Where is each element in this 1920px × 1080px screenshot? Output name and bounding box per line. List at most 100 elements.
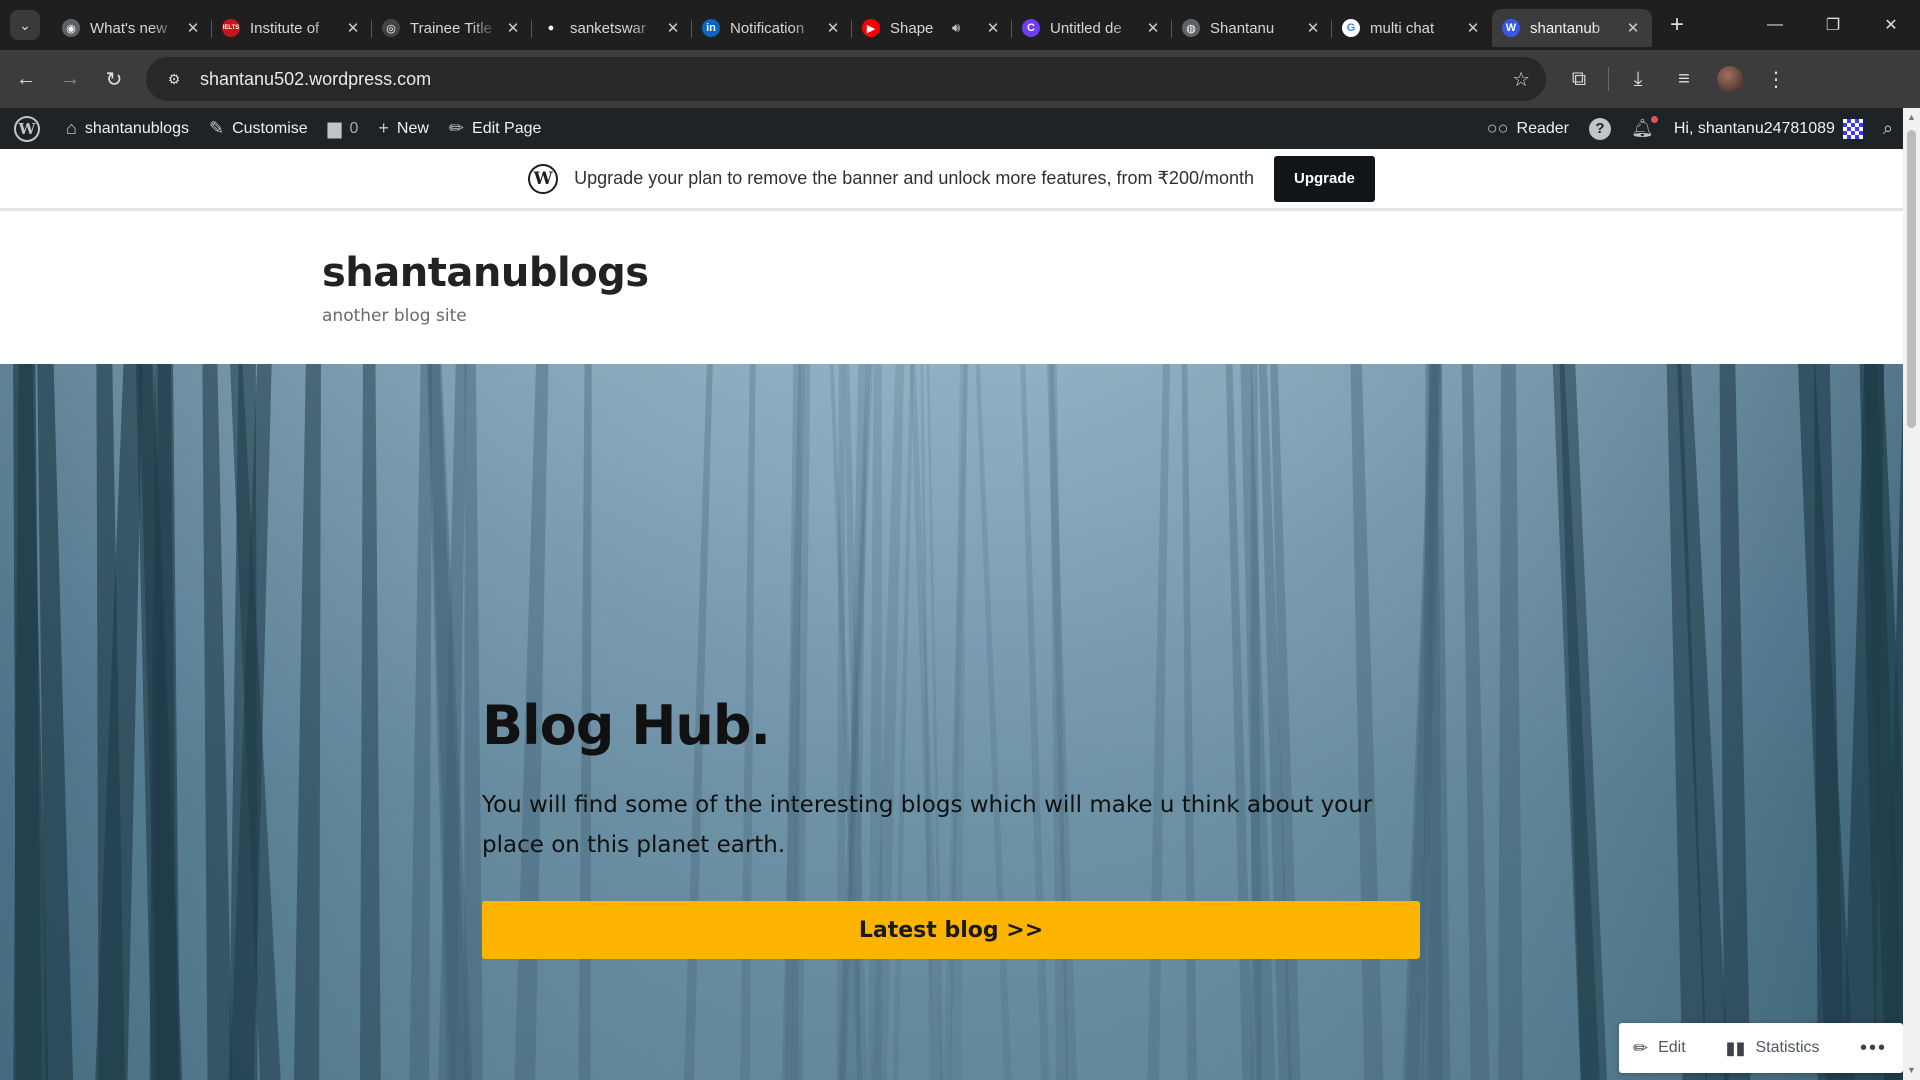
github-icon: ● (542, 19, 560, 37)
site-info-icon[interactable]: ⚙ (160, 65, 188, 93)
tab-close-icon[interactable]: ✕ (1624, 19, 1642, 37)
back-button[interactable]: ← (8, 61, 44, 97)
site-header: shantanublogs another blog site (0, 214, 1903, 364)
tab-title: multi chat (1370, 19, 1435, 37)
close-icon: ✕ (1884, 17, 1898, 34)
tab-close-icon[interactable]: ✕ (1304, 19, 1322, 37)
tab-title: sanketswar (570, 19, 646, 37)
downloads-button[interactable]: ⤓ (1618, 59, 1658, 99)
float-edit-button[interactable]: ✏ Edit (1633, 1038, 1686, 1059)
browser-tab[interactable]: in Notification ✕ (691, 9, 852, 47)
scroll-up-arrow-icon[interactable]: ▲ (1906, 112, 1917, 123)
new-tab-button[interactable]: + (1662, 10, 1692, 40)
plus-icon: + (1669, 11, 1684, 38)
address-bar[interactable]: ⚙ shantanu502.wordpress.com ☆ (146, 57, 1546, 101)
wordpress-logo-icon: W (528, 163, 559, 194)
globe-icon: ◍ (1182, 19, 1200, 37)
reader-link[interactable]: ○○ Reader (1477, 108, 1579, 149)
wordpress-icon: W (1502, 19, 1520, 37)
browser-menu-button[interactable]: ⋮ (1756, 59, 1796, 99)
glasses-icon: ○○ (1486, 118, 1509, 138)
wp-logo-menu[interactable]: W (0, 108, 56, 149)
help-button[interactable]: ? (1579, 108, 1621, 149)
close-window-button[interactable]: ✕ (1862, 0, 1920, 50)
customise-link[interactable]: ✎ Customise (199, 108, 318, 149)
tab-search-menu-button[interactable]: ⌄ (10, 10, 40, 40)
page-scrollbar[interactable]: ▲ ▼ (1903, 108, 1920, 1080)
float-statistics-button[interactable]: ▮▮ Statistics (1726, 1038, 1820, 1059)
browser-tab[interactable]: ◉ What's new ✕ (52, 9, 212, 47)
site-title[interactable]: shantanublogs (322, 250, 649, 296)
tab-close-icon[interactable]: ✕ (664, 19, 682, 37)
help-icon: ? (1589, 117, 1612, 140)
tab-close-icon[interactable]: ✕ (184, 19, 202, 37)
minimize-icon: — (1767, 16, 1783, 33)
browser-tab[interactable]: C Untitled de ✕ (1011, 9, 1172, 47)
tab-close-icon[interactable]: ✕ (504, 19, 522, 37)
float-more-button[interactable]: ••• (1860, 1037, 1887, 1060)
account-menu[interactable]: Hi, shantanu24781089 (1664, 108, 1873, 149)
edit-page-link[interactable]: ✏ Edit Page (439, 108, 551, 149)
tab-close-icon[interactable]: ✕ (824, 19, 842, 37)
site-name-label: shantanublogs (84, 119, 189, 137)
toolbar-actions: ⧉ ⤓ ≡ ⋮ (1556, 59, 1799, 99)
tab-title: Shape (890, 19, 934, 37)
download-icon: ⤓ (1633, 67, 1643, 90)
browser-tab[interactable]: ▶ Shape 🔊︎ ✕ (851, 9, 1012, 47)
kebab-menu-icon: ⋮ (1766, 68, 1786, 91)
browser-tab[interactable]: ◎ Trainee Title ✕ (371, 9, 532, 47)
restore-button[interactable]: ❐ (1804, 0, 1862, 50)
url-text[interactable]: shantanu502.wordpress.com (200, 69, 431, 90)
speaker-icon[interactable]: 🔊︎ (952, 20, 968, 36)
tab-title: Trainee Title (410, 19, 492, 37)
browser-toolbar: ← → ↻ ⚙ shantanu502.wordpress.com ☆ ⧉ ⤓ … (0, 50, 1920, 108)
greeting-label: Hi, shantanu24781089 (1673, 119, 1835, 137)
extensions-button[interactable]: ⧉ (1559, 59, 1599, 99)
forward-button[interactable]: → (52, 61, 88, 97)
user-avatar (1842, 118, 1863, 139)
paintbrush-icon: ✎ (208, 118, 225, 138)
puzzle-icon: ⧉ (1571, 67, 1587, 90)
tab-title: What's new (90, 19, 168, 37)
bookmark-star-icon[interactable]: ☆ (1512, 67, 1530, 92)
search-icon: ⌕ (1882, 118, 1893, 138)
bell-icon: 🔔︎ (1631, 116, 1658, 139)
bar-chart-icon: ▮▮ (1725, 1037, 1746, 1058)
home-icon: ⌂ (66, 118, 77, 138)
admin-search-button[interactable]: ⌕ (1873, 108, 1903, 149)
reload-button[interactable]: ↻ (96, 61, 132, 97)
browser-tab[interactable]: IELTS Institute of ✕ (211, 9, 372, 47)
tab-close-icon[interactable]: ✕ (344, 19, 362, 37)
tab-close-icon[interactable]: ✕ (984, 19, 1002, 37)
comments-count: 0 (349, 119, 359, 137)
tab-close-icon[interactable]: ✕ (1464, 19, 1482, 37)
tab-close-icon[interactable]: ✕ (1144, 19, 1162, 37)
google-icon: G (1342, 19, 1360, 37)
scrollbar-thumb[interactable] (1907, 130, 1916, 428)
browser-tab[interactable]: ◍ Shantanu ✕ (1171, 9, 1332, 47)
browser-tab[interactable]: ● sanketswar ✕ (531, 9, 692, 47)
comments-link[interactable]: ▆ 0 (318, 108, 369, 149)
comment-bubble-icon: ▆ (327, 118, 342, 138)
latest-blog-button[interactable]: Latest blog >> (482, 901, 1420, 959)
site-name-menu[interactable]: ⌂ shantanublogs (56, 108, 199, 149)
minimize-button[interactable]: — (1746, 0, 1804, 50)
reader-label: Reader (1516, 119, 1570, 137)
float-edit-label: Edit (1658, 1039, 1686, 1056)
tab-title: Notification (730, 19, 805, 37)
tab-title: Institute of (250, 19, 320, 37)
scroll-down-arrow-icon[interactable]: ▼ (1906, 1065, 1917, 1076)
pencil-icon: ✏ (448, 118, 465, 138)
browser-tab[interactable]: Wshantanub ✕ (1492, 9, 1652, 47)
hero-title: Blog Hub. (482, 694, 771, 757)
media-controls-button[interactable]: ≡ (1664, 59, 1704, 99)
reload-icon: ↻ (105, 68, 123, 91)
chrome-icon: ◉ (62, 19, 80, 37)
browser-tab[interactable]: Gmulti chat ✕ (1331, 9, 1492, 47)
upgrade-button[interactable]: Upgrade (1274, 155, 1375, 202)
tab-strip: ⌄ ◉ What's new ✕ IELTS Institute of ✕ ◎ Trainee… (0, 0, 1920, 50)
new-content-menu[interactable]: + New (368, 108, 439, 149)
wp-admin-bar: W ⌂ shantanublogs ✎ Customise ▆ 0 + New … (0, 108, 1903, 149)
notifications-button[interactable]: 🔔︎ (1621, 108, 1664, 149)
profile-button[interactable] (1710, 59, 1750, 99)
